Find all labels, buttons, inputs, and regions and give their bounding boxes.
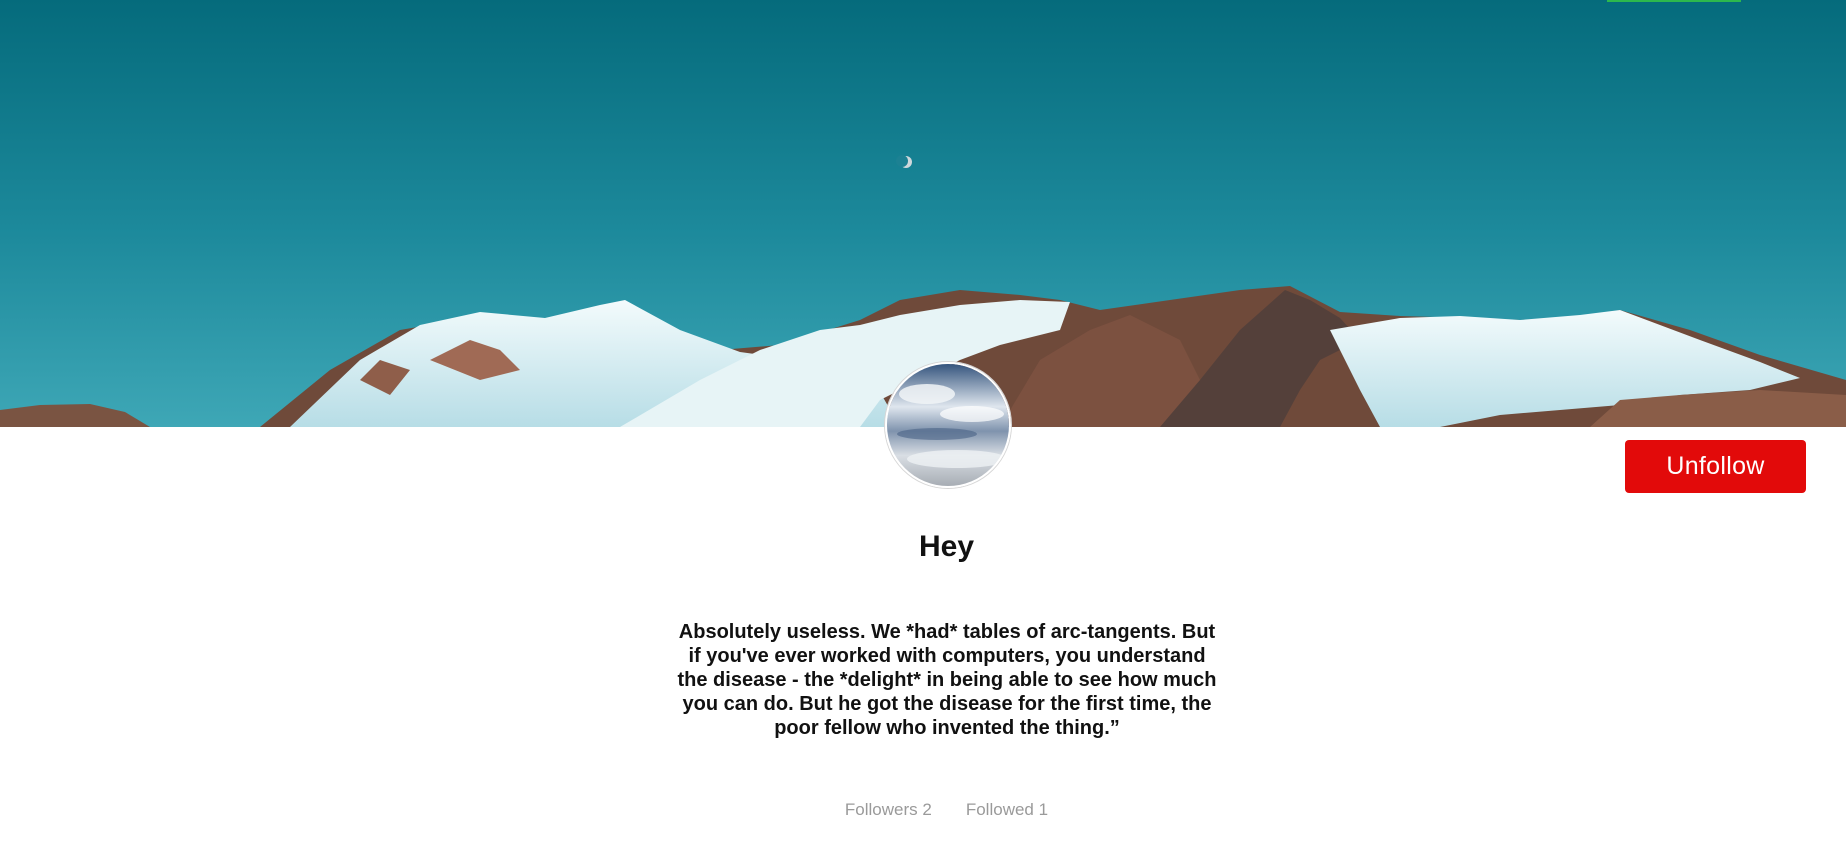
followers-stat[interactable]: Followers 2	[845, 800, 932, 820]
profile-bio: Absolutely useless. We *had* tables of a…	[677, 621, 1217, 739]
unfollow-button[interactable]: Unfollow	[1625, 440, 1806, 493]
followers-count: 2	[922, 800, 932, 819]
cover-image	[0, 0, 1846, 427]
profile-stats: Followers 2 Followed 1	[0, 800, 1846, 820]
followed-label: Followed	[965, 800, 1034, 819]
followed-stat[interactable]: Followed 1	[966, 800, 1048, 820]
followers-label: Followers	[844, 800, 918, 819]
top-accent-bar	[1607, 0, 1741, 2]
profile-username: Hey	[918, 530, 975, 563]
avatar	[885, 362, 1011, 488]
followed-count: 1	[1038, 800, 1049, 819]
